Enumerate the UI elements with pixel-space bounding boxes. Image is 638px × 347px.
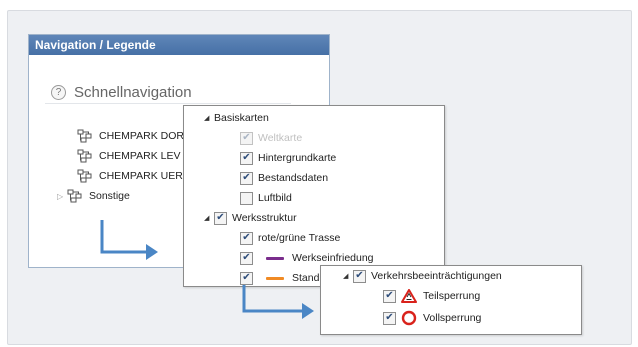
collapse-arrow-icon[interactable]: ◢ (343, 272, 353, 280)
quick-navigation-button[interactable]: ? Schnellnavigation (45, 81, 291, 104)
red-circle-icon (401, 310, 417, 326)
checkbox[interactable]: ✔ (240, 171, 253, 185)
network-icon (67, 189, 82, 203)
network-icon (77, 169, 92, 183)
traffic-label: Teilsperrung (423, 290, 481, 302)
warning-triangle-icon (401, 289, 417, 303)
checkbox[interactable]: ✔ (240, 151, 253, 165)
layer-row-werkseinfriedung[interactable]: ✔ Werkseinfriedung (240, 250, 374, 266)
layer-popup: ◢ Basiskarten ✔ Weltkarte ✔ Hintergrundk… (183, 105, 445, 287)
layer-row-trasse[interactable]: ✔ rote/grüne Trasse (240, 230, 340, 246)
connector-arrow (242, 285, 314, 319)
orange-line-icon (266, 276, 284, 280)
traffic-popup: ◢ ✔ Verkehrsbeeinträchtigungen ✔ Teilspe… (320, 265, 582, 335)
tree-item-sonstige[interactable]: ▷ Sonstige (57, 188, 130, 204)
checkbox[interactable]: ✔ (383, 311, 396, 325)
checkbox[interactable] (240, 191, 253, 205)
group-verkehrsbeeintraechtigungen[interactable]: ◢ ✔ Verkehrsbeeinträchtigungen (343, 268, 502, 284)
tree-item-chempark-lev[interactable]: CHEMPARK LEV (67, 148, 181, 164)
checkbox[interactable]: ✔ (240, 131, 253, 145)
group-basiskarten[interactable]: ◢ Basiskarten (204, 110, 269, 126)
checkbox[interactable]: ✔ (214, 211, 227, 225)
tree-item-label: CHEMPARK UER (99, 170, 183, 182)
tree-item-label: CHEMPARK LEV (99, 150, 181, 162)
expand-arrow-icon[interactable]: ▷ (57, 192, 67, 201)
layer-label: rote/grüne Trasse (258, 232, 341, 244)
collapse-arrow-icon[interactable]: ◢ (204, 214, 214, 222)
layer-row-hintergrundkarte[interactable]: ✔ Hintergrundkarte (240, 150, 336, 166)
group-label: Basiskarten (214, 112, 269, 124)
layer-label: Weltkarte (258, 132, 303, 144)
tree-item-label: CHEMPARK DOR (99, 130, 184, 142)
help-icon: ? (51, 84, 66, 100)
network-icon (77, 129, 92, 143)
layer-label: Werkseinfriedung (292, 252, 374, 264)
group-label: Verkehrsbeeinträchtigungen (371, 270, 502, 282)
traffic-label: Vollsperrung (423, 312, 482, 324)
tree-item-chempark-uer[interactable]: CHEMPARK UER (67, 168, 183, 184)
layer-row-bestandsdaten[interactable]: ✔ Bestandsdaten (240, 170, 328, 186)
layer-label: Hintergrundkarte (258, 152, 337, 164)
traffic-row-vollsperrung[interactable]: ✔ Vollsperrung (383, 310, 481, 326)
group-label: Werksstruktur (232, 212, 297, 224)
purple-line-icon (266, 256, 284, 260)
layer-label: Bestandsdaten (258, 172, 329, 184)
layer-row-luftbild[interactable]: Luftbild (240, 190, 292, 206)
checkbox[interactable]: ✔ (240, 251, 253, 265)
tree-item-label: Sonstige (89, 190, 130, 202)
traffic-row-teilsperrung[interactable]: ✔ Teilsperrung (383, 288, 480, 304)
panel-header: Navigation / Legende (29, 35, 329, 55)
checkbox[interactable]: ✔ (353, 269, 366, 283)
network-icon (77, 149, 92, 163)
collapse-arrow-icon[interactable]: ◢ (204, 114, 214, 122)
connector-arrow (100, 220, 158, 260)
checkbox[interactable]: ✔ (240, 231, 253, 245)
tree-item-chempark-dor[interactable]: CHEMPARK DOR (67, 128, 184, 144)
layer-label: Luftbild (258, 192, 292, 204)
layer-row-weltkarte[interactable]: ✔ Weltkarte (240, 130, 302, 146)
quick-navigation-label: Schnellnavigation (74, 83, 192, 101)
group-werksstruktur[interactable]: ◢ ✔ Werksstruktur (204, 210, 297, 226)
checkbox[interactable]: ✔ (383, 289, 396, 303)
